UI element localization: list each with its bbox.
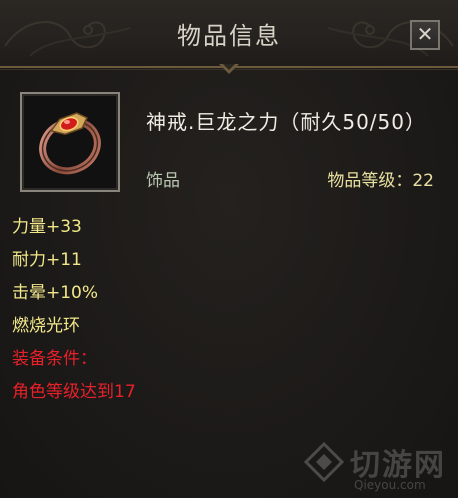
watermark: 切游网 Qieyou.com bbox=[298, 440, 458, 498]
requirement-line: 角色等级达到17 bbox=[12, 382, 136, 402]
attribute-line: 击晕+10% bbox=[12, 283, 99, 303]
header-notch bbox=[219, 64, 239, 74]
attribute-line: 耐力+11 bbox=[12, 250, 82, 270]
panel-header: 物品信息 ✕ bbox=[0, 0, 458, 70]
attribute-line: 力量+33 bbox=[12, 217, 82, 237]
watermark-logo-icon bbox=[304, 442, 344, 482]
close-button[interactable]: ✕ bbox=[410, 20, 440, 50]
ring-icon bbox=[39, 112, 101, 175]
item-name: 神戒.巨龙之力（耐久50/50） bbox=[146, 110, 426, 134]
item-icon-slot[interactable] bbox=[20, 92, 120, 192]
attribute-line: 燃烧光环 bbox=[12, 316, 80, 336]
watermark-url: Qieyou.com bbox=[354, 478, 426, 492]
item-info-panel: 物品信息 ✕ 神戒.巨龙之力（耐久50/50） 饰品 物品等级：22 力量+33… bbox=[0, 0, 458, 498]
panel-title: 物品信息 bbox=[177, 22, 281, 50]
close-icon: ✕ bbox=[416, 22, 434, 46]
item-type: 饰品 bbox=[146, 171, 180, 191]
item-level: 物品等级：22 bbox=[327, 171, 434, 191]
requirements-header: 装备条件： bbox=[12, 349, 97, 369]
